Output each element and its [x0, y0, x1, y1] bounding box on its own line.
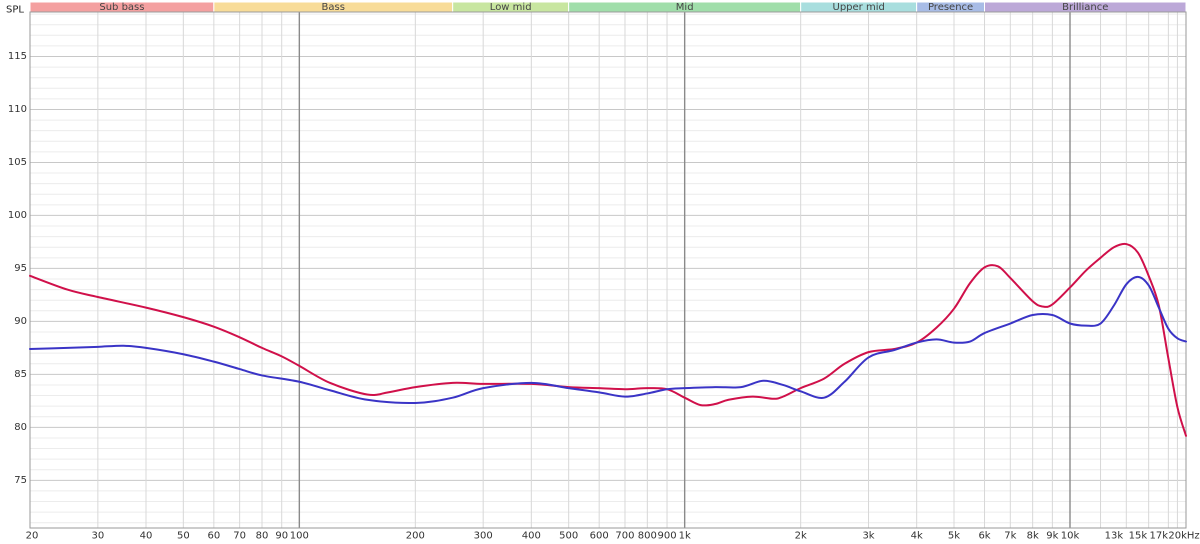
x-tick-label: 50 — [177, 531, 190, 542]
x-tick-label: 600 — [590, 531, 609, 542]
x-tick-label: 1k — [679, 531, 691, 542]
band-label-0: Sub bass — [99, 2, 144, 13]
x-tick-label: 300 — [474, 531, 493, 542]
x-tick-label: 30 — [91, 531, 104, 542]
x-tick-label: 90 — [275, 531, 288, 542]
y-tick-label: 110 — [8, 104, 27, 115]
x-tick-label: 13k — [1105, 531, 1124, 542]
x-tick-label: 20kHz — [1168, 531, 1199, 542]
y-tick-label: 80 — [14, 422, 27, 433]
x-tick-label: 17k — [1150, 531, 1169, 542]
x-tick-label: 7k — [1004, 531, 1016, 542]
y-tick-label: 75 — [14, 475, 27, 486]
series-1-line — [29, 275, 1187, 405]
x-tick-label: 60 — [207, 531, 220, 542]
x-tick-label: 70 — [233, 531, 246, 542]
band-label-2: Low mid — [490, 2, 532, 13]
x-tick-label: 5k — [948, 531, 960, 542]
band-label-5: Presence — [928, 2, 973, 13]
y-tick-label: 105 — [8, 157, 27, 168]
x-tick-label: 800 — [638, 531, 657, 542]
grid-lines — [30, 12, 1186, 528]
y-tick-label: 115 — [8, 51, 27, 62]
x-axis-ticks: 20 30 40 50 60 70 80 90 100 200 300 400 500 600 700 800… — [26, 531, 1200, 542]
series-0-line — [29, 242, 1187, 437]
x-tick-label: 900 — [657, 531, 676, 542]
x-tick-label: 700 — [615, 531, 634, 542]
x-tick-label: 20 — [26, 531, 39, 542]
x-tick-label: 200 — [406, 531, 425, 542]
frequency-response-chart: SPL Sub bass Bass Low mid Mid Upper mid Prese… — [6, 1, 1200, 542]
x-tick-label: 15k — [1129, 531, 1148, 542]
x-tick-label: 80 — [256, 531, 269, 542]
x-tick-label: 500 — [559, 531, 578, 542]
x-tick-label: 3k — [862, 531, 874, 542]
y-axis-ticks: 75 80 85 90 95 100 105 110 115 — [8, 51, 27, 486]
band-label-4: Upper mid — [833, 2, 885, 13]
band-label-3: Mid — [676, 2, 694, 13]
band-label-1: Bass — [322, 2, 345, 13]
response-curves — [29, 242, 1187, 437]
plot-frame — [29, 11, 1187, 529]
x-tick-label: 4k — [911, 531, 923, 542]
x-tick-label: 6k — [978, 531, 990, 542]
x-tick-label: 8k — [1027, 531, 1039, 542]
x-tick-label: 2k — [795, 531, 807, 542]
x-tick-label: 10k — [1061, 531, 1080, 542]
y-axis-label: SPL — [6, 5, 24, 16]
y-tick-label: 100 — [8, 210, 27, 221]
x-tick-label: 40 — [140, 531, 153, 542]
y-tick-label: 85 — [14, 369, 27, 380]
y-tick-label: 90 — [14, 316, 27, 327]
x-tick-label: 400 — [522, 531, 541, 542]
band-label-6: Brilliance — [1062, 2, 1108, 13]
x-tick-label: 9k — [1046, 531, 1058, 542]
x-tick-label: 100 — [290, 531, 309, 542]
y-tick-label: 95 — [14, 263, 27, 274]
frequency-bands: Sub bass Bass Low mid Mid Upper mid Presence B… — [29, 1, 1187, 13]
